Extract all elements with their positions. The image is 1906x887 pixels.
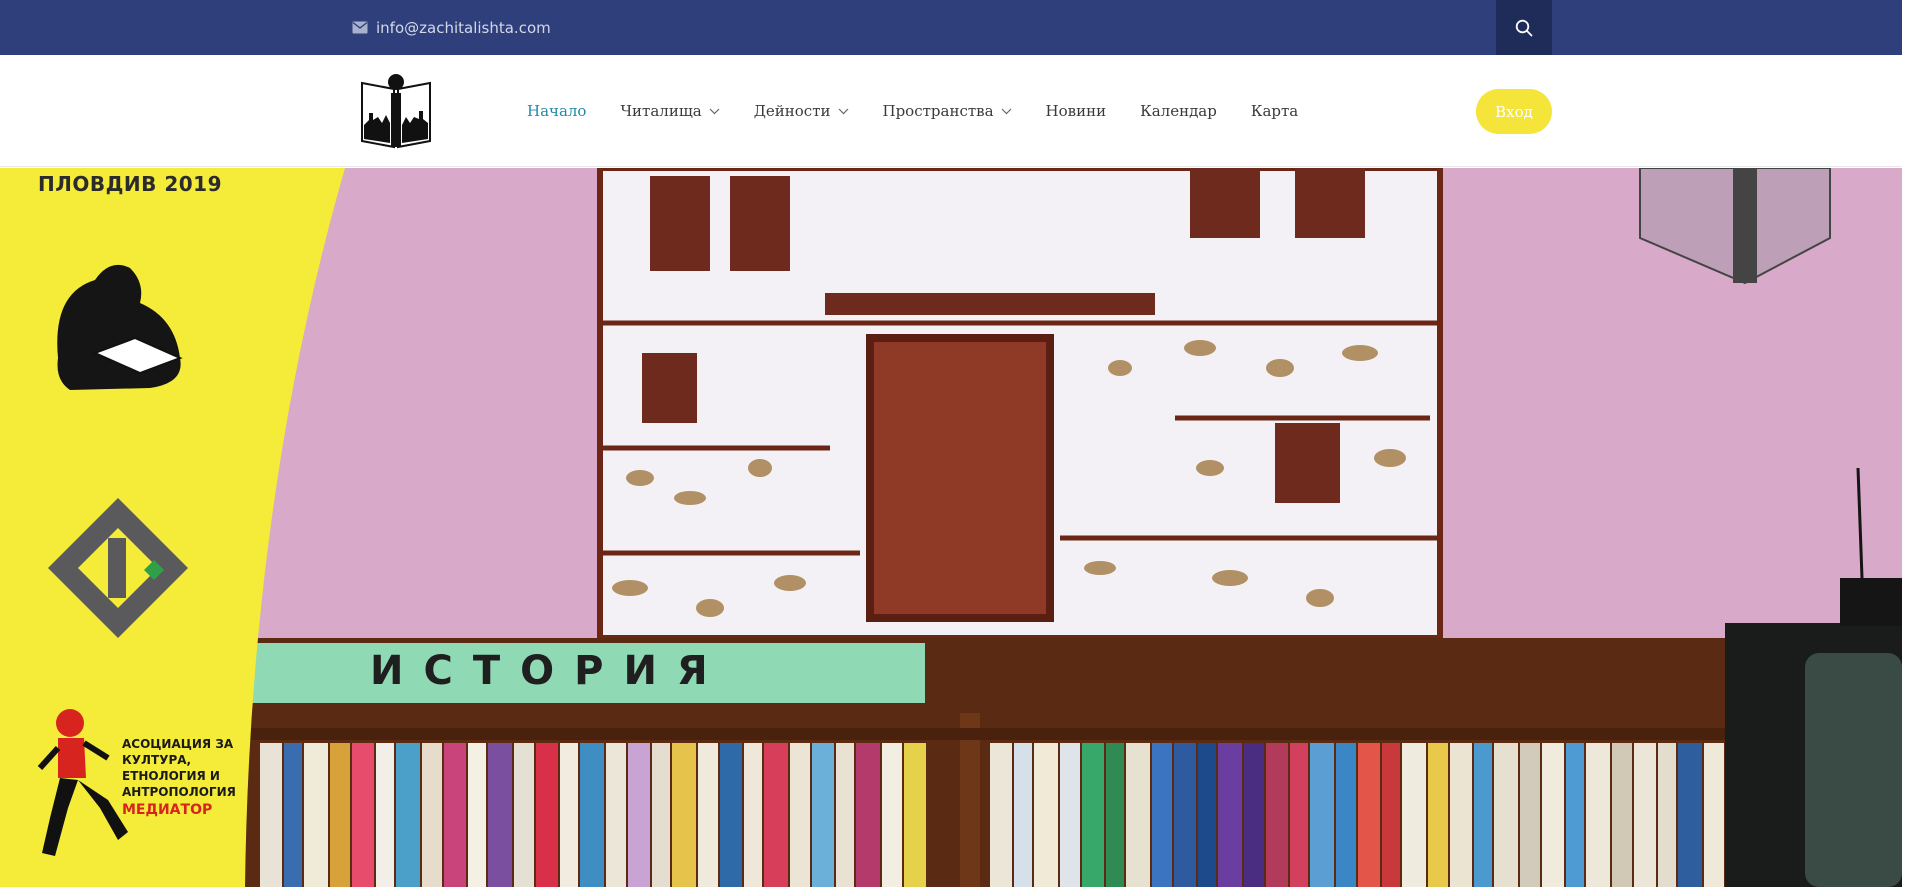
login-label[interactable]: Вход [1495, 103, 1533, 121]
email-text[interactable]: info@zachitalishta.com [376, 19, 551, 37]
association-text: АСОЦИАЦИЯ ЗА КУЛТУРА, ЕТНОЛОГИЯ И АНТРОП… [122, 736, 236, 818]
chevron-down-icon [838, 108, 848, 114]
association-brand: МЕДИАТОР [122, 802, 213, 818]
nav-label[interactable]: Календар [1140, 102, 1217, 120]
nav-label[interactable]: Читалища [620, 102, 701, 120]
mail-icon [352, 21, 368, 34]
site-header: Начало Читалища Дейности Пространства Но… [0, 55, 1902, 167]
partners-panel: ПЛОВДИВ 2019 АСОЦИАЦИЯ ЗА КУЛТУРА, ЕТНОЛ… [0, 168, 250, 887]
shelf-sign: ИСТОРИЯ [370, 648, 728, 694]
chevron-down-icon [709, 108, 720, 114]
nav-item-chitalishta[interactable]: Читалища [620, 102, 720, 120]
association-line: АНТРОПОЛОГИЯ [122, 785, 236, 799]
contact-email[interactable]: info@zachitalishta.com [352, 0, 551, 55]
nav-item-map[interactable]: Карта [1251, 102, 1298, 120]
nav-label[interactable]: Пространства [883, 102, 994, 120]
nav-item-home[interactable]: Начало [527, 102, 586, 120]
nav-label[interactable]: Начало [527, 102, 586, 120]
top-bar: info@zachitalishta.com [0, 0, 1902, 55]
chitalishte-logo-icon [361, 74, 431, 149]
nav-item-calendar[interactable]: Календар [1140, 102, 1217, 120]
main-nav: Начало Читалища Дейности Пространства Но… [527, 55, 1332, 167]
nav-label[interactable]: Новини [1046, 102, 1107, 120]
search-icon [1515, 19, 1533, 36]
nav-item-news[interactable]: Новини [1046, 102, 1107, 120]
nav-item-activities[interactable]: Дейности [754, 102, 849, 120]
association-line: АСОЦИАЦИЯ ЗА [122, 737, 234, 751]
association-line: КУЛТУРА, [122, 753, 192, 767]
site-logo[interactable] [360, 73, 432, 149]
nav-label[interactable]: Карта [1251, 102, 1298, 120]
nav-label[interactable]: Дейности [754, 102, 831, 120]
hero-photo [0, 168, 1902, 887]
chevron-down-icon [1001, 108, 1011, 114]
search-button[interactable] [1496, 0, 1552, 55]
hero-banner: ПЛОВДИВ 2019 АСОЦИАЦИЯ ЗА КУЛТУРА, ЕТНОЛ… [0, 168, 1902, 887]
association-line: ЕТНОЛОГИЯ И [122, 769, 220, 783]
login-button[interactable]: Вход [1476, 89, 1552, 134]
plovdiv-heading: ПЛОВДИВ 2019 [38, 172, 223, 196]
nav-item-spaces[interactable]: Пространства [883, 102, 1012, 120]
